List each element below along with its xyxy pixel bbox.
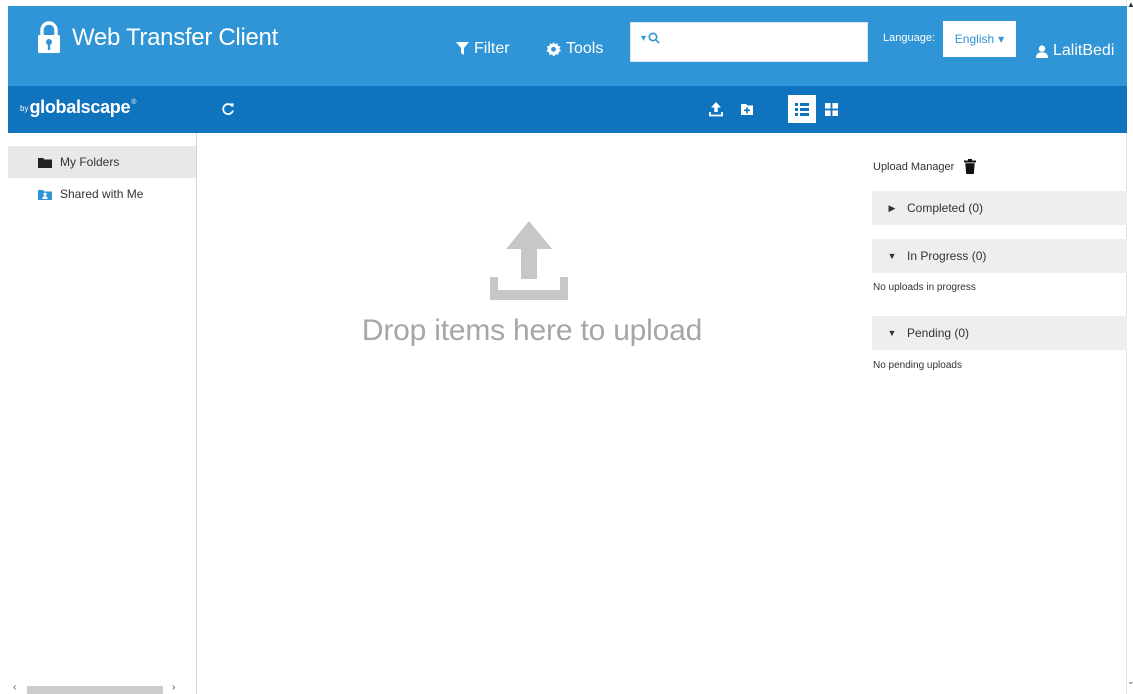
section-label: Completed (0)	[907, 201, 984, 215]
language-dropdown[interactable]: English ▾	[943, 21, 1016, 57]
caret-down-icon: ▼	[887, 251, 897, 261]
user-name: LalitBedi	[1053, 42, 1115, 59]
upload-manager-title: Upload Manager	[873, 160, 955, 173]
tools-button[interactable]: Tools	[546, 40, 603, 58]
pending-section-header[interactable]: ▼ Pending (0)	[872, 316, 1127, 350]
page-vertical-scrollbar[interactable]: ▲ ⌄	[1126, 0, 1133, 694]
app-title-text: Web Transfer Client	[72, 24, 278, 51]
grid-view-icon	[824, 102, 838, 116]
top-header: Web Transfer Client Filter Tools ▾ Langu…	[8, 6, 1127, 86]
registered-mark: ®	[131, 99, 137, 106]
brand-name: globalscape	[29, 97, 131, 117]
filter-button[interactable]: Filter	[456, 40, 510, 58]
upload-manager-header: Upload Manager	[873, 159, 977, 174]
scroll-thumb[interactable]	[27, 686, 163, 694]
trash-icon[interactable]	[964, 159, 977, 174]
filter-icon	[456, 42, 469, 55]
brand-prefix: by	[20, 104, 29, 113]
sidebar-item-my-folders[interactable]: My Folders	[8, 146, 196, 178]
search-input[interactable]	[667, 31, 861, 55]
globalscape-logo: by globalscape ®	[20, 97, 136, 118]
new-folder-icon[interactable]	[738, 99, 756, 119]
shared-folder-icon	[38, 188, 52, 200]
refresh-button[interactable]	[217, 98, 239, 120]
grid-view-button[interactable]	[820, 95, 842, 123]
sidebar: My Folders Shared with Me ‹ ›	[8, 133, 197, 694]
upload-icon[interactable]	[707, 99, 725, 119]
language-value: English	[954, 32, 995, 46]
drop-zone-text: Drop items here to upload	[361, 314, 703, 347]
app-title: Web Transfer Client	[36, 20, 278, 56]
list-view-icon	[795, 102, 809, 116]
drop-zone[interactable]: Drop items here to upload	[197, 133, 867, 694]
caret-down-icon: ▾	[641, 32, 647, 44]
caret-down-icon: ▼	[887, 328, 897, 338]
in-progress-section-header[interactable]: ▼ In Progress (0)	[872, 239, 1127, 273]
language-label: Language:	[883, 32, 935, 44]
search-box[interactable]: ▾	[630, 22, 868, 62]
pending-empty-text: No pending uploads	[873, 360, 962, 371]
sidebar-item-label: My Folders	[60, 155, 120, 169]
sidebar-item-shared-with-me[interactable]: Shared with Me	[8, 178, 196, 210]
list-view-button[interactable]	[788, 95, 816, 123]
section-label: Pending (0)	[907, 326, 970, 340]
scroll-up-icon[interactable]: ▲	[1127, 0, 1133, 10]
caret-right-icon: ▶	[888, 202, 896, 213]
user-icon	[1036, 44, 1048, 58]
search-icon	[648, 32, 660, 44]
refresh-icon	[222, 103, 234, 115]
sidebar-horizontal-scrollbar[interactable]: ‹ ›	[11, 678, 181, 694]
completed-section-header[interactable]: ▶ Completed (0)	[872, 191, 1127, 225]
window-left-border	[0, 0, 8, 694]
caret-down-icon: ▾	[998, 32, 1005, 46]
section-label: In Progress (0)	[907, 249, 987, 263]
gear-icon	[546, 41, 561, 57]
upload-arrow-icon	[490, 221, 568, 300]
scroll-right-icon[interactable]: ›	[172, 682, 175, 693]
tools-label: Tools	[566, 40, 604, 57]
in-progress-empty-text: No uploads in progress	[873, 282, 976, 293]
sidebar-item-label: Shared with Me	[60, 187, 144, 201]
folder-icon	[38, 156, 52, 168]
user-menu-button[interactable]: LalitBedi	[1036, 42, 1114, 60]
search-options-dropdown[interactable]: ▾	[641, 32, 660, 44]
upload-manager-panel: Upload Manager ▶ Completed (0) ▼ In Prog…	[868, 133, 1127, 694]
filter-label: Filter	[474, 40, 510, 57]
toolbar: by globalscape ®	[8, 86, 1127, 133]
scroll-left-icon[interactable]: ‹	[13, 682, 16, 693]
lock-icon	[38, 21, 60, 53]
scroll-down-icon[interactable]: ⌄	[1127, 676, 1133, 688]
